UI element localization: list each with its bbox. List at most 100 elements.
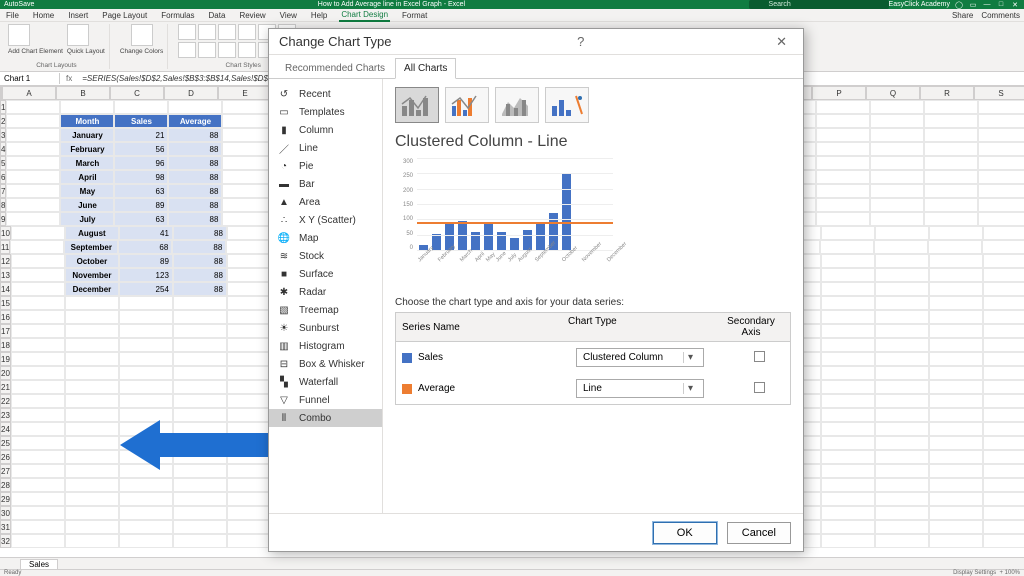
cell[interactable]: [870, 156, 924, 170]
row-header[interactable]: 18: [0, 338, 11, 352]
cell[interactable]: [65, 408, 119, 422]
cell[interactable]: [821, 296, 875, 310]
cell[interactable]: [983, 506, 1024, 520]
cell[interactable]: [65, 492, 119, 506]
row-header[interactable]: 14: [0, 282, 11, 296]
cell[interactable]: [65, 352, 119, 366]
cell[interactable]: [6, 128, 60, 142]
cell[interactable]: [929, 478, 983, 492]
row-header[interactable]: 27: [0, 464, 11, 478]
cell[interactable]: [929, 492, 983, 506]
column-header[interactable]: R: [920, 86, 974, 100]
cell[interactable]: [119, 380, 173, 394]
cell[interactable]: [983, 268, 1024, 282]
cell[interactable]: [928, 240, 982, 254]
category-radar[interactable]: ✱Radar: [269, 283, 382, 301]
cell[interactable]: [119, 338, 173, 352]
cell[interactable]: [173, 366, 227, 380]
cell[interactable]: [929, 464, 983, 478]
ribbon-mode-icon[interactable]: ▭: [968, 1, 978, 9]
cell[interactable]: [119, 310, 173, 324]
cell[interactable]: [875, 436, 929, 450]
cell[interactable]: [929, 254, 983, 268]
cell[interactable]: [929, 338, 983, 352]
share-button[interactable]: Share: [952, 11, 973, 20]
row-header[interactable]: 16: [0, 310, 11, 324]
cell[interactable]: November: [65, 268, 119, 282]
cell[interactable]: Average: [168, 114, 222, 128]
cell[interactable]: [983, 520, 1024, 534]
cell[interactable]: [875, 394, 929, 408]
cell[interactable]: [816, 198, 870, 212]
cell[interactable]: 89: [119, 254, 173, 268]
cell[interactable]: [821, 422, 875, 436]
cell[interactable]: [924, 184, 978, 198]
cell[interactable]: [65, 296, 119, 310]
cell[interactable]: [11, 254, 65, 268]
cell[interactable]: [173, 324, 227, 338]
cell[interactable]: [65, 450, 119, 464]
cell[interactable]: [924, 212, 978, 226]
cell[interactable]: [816, 184, 870, 198]
cell[interactable]: [6, 184, 60, 198]
cancel-button[interactable]: Cancel: [727, 522, 791, 544]
cell[interactable]: [60, 100, 114, 114]
cell[interactable]: [821, 282, 875, 296]
minimize-icon[interactable]: —: [982, 1, 992, 9]
cell[interactable]: [65, 310, 119, 324]
cell[interactable]: [875, 296, 929, 310]
cell[interactable]: [983, 352, 1024, 366]
cell[interactable]: March: [60, 156, 114, 170]
cell[interactable]: February: [60, 142, 114, 156]
cell[interactable]: [11, 394, 65, 408]
tab-data[interactable]: Data: [207, 10, 228, 21]
cell[interactable]: [983, 436, 1024, 450]
cell[interactable]: December: [65, 282, 119, 296]
sheet-tab-sales[interactable]: Sales: [20, 559, 58, 569]
cell[interactable]: [119, 394, 173, 408]
cell[interactable]: [983, 338, 1024, 352]
cell[interactable]: [875, 352, 929, 366]
cell[interactable]: [875, 324, 929, 338]
cell[interactable]: [929, 450, 983, 464]
row-header[interactable]: 11: [0, 240, 10, 254]
cell[interactable]: 21: [114, 128, 168, 142]
cell[interactable]: January: [60, 128, 114, 142]
cell[interactable]: [929, 226, 983, 240]
subtype-clustered-column-line-secondary[interactable]: [445, 87, 489, 123]
cell[interactable]: [821, 352, 875, 366]
cell[interactable]: [11, 492, 65, 506]
cell[interactable]: 89: [114, 198, 168, 212]
cell[interactable]: [983, 296, 1024, 310]
cell[interactable]: [875, 226, 929, 240]
cell[interactable]: [924, 114, 978, 128]
cell[interactable]: [816, 212, 870, 226]
cell[interactable]: [924, 128, 978, 142]
dialog-close-icon[interactable]: ✕: [770, 32, 793, 52]
cell[interactable]: [983, 478, 1024, 492]
add-chart-element-icon[interactable]: [8, 24, 30, 46]
cell[interactable]: [173, 478, 227, 492]
cell[interactable]: [11, 520, 65, 534]
cell[interactable]: [983, 394, 1024, 408]
cell[interactable]: [816, 128, 870, 142]
category-histogram[interactable]: ▥Histogram: [269, 337, 382, 355]
row-header[interactable]: 29: [0, 492, 11, 506]
cell[interactable]: [173, 394, 227, 408]
cell[interactable]: [870, 142, 924, 156]
cell[interactable]: [875, 464, 929, 478]
cell[interactable]: [6, 156, 60, 170]
cell[interactable]: [870, 198, 924, 212]
cell[interactable]: [924, 156, 978, 170]
cell[interactable]: [65, 366, 119, 380]
category-map[interactable]: 🌐Map: [269, 229, 382, 247]
row-header[interactable]: 32: [0, 534, 11, 548]
cell[interactable]: 41: [119, 226, 173, 240]
cell[interactable]: [821, 310, 875, 324]
tab-formulas[interactable]: Formulas: [159, 10, 196, 21]
quick-layout-icon[interactable]: [67, 24, 89, 46]
cell[interactable]: [821, 268, 875, 282]
cell[interactable]: [929, 352, 983, 366]
name-box[interactable]: Chart 1: [0, 73, 60, 84]
cell[interactable]: [821, 436, 875, 450]
